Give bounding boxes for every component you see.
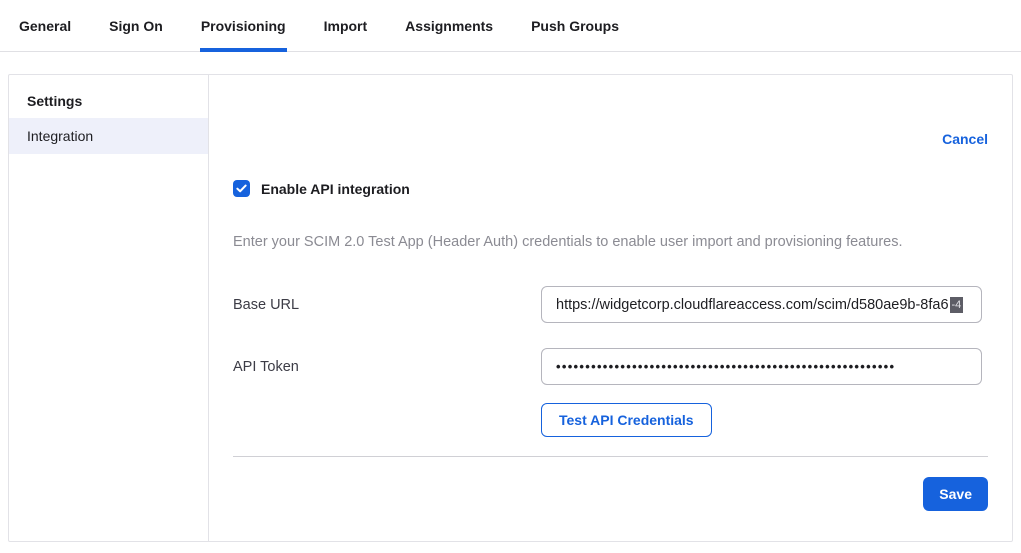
enable-api-checkbox[interactable]	[233, 180, 250, 197]
base-url-value: https://widgetcorp.cloudflareaccess.com/…	[556, 297, 949, 313]
base-url-selected-text: -4	[950, 297, 964, 313]
enable-api-row: Enable API integration	[233, 180, 988, 197]
api-token-label: API Token	[233, 359, 541, 375]
api-token-masked-value: ••••••••••••••••••••••••••••••••••••••••…	[556, 359, 895, 374]
footer-divider	[233, 456, 988, 457]
cancel-button[interactable]: Cancel	[942, 131, 988, 147]
sidebar-item-integration[interactable]: Integration	[9, 118, 208, 154]
api-token-field-row: API Token ••••••••••••••••••••••••••••••…	[233, 348, 988, 385]
base-url-field-row: Base URL https://widgetcorp.cloudflareac…	[233, 286, 988, 323]
enable-api-label: Enable API integration	[261, 181, 410, 197]
save-button[interactable]: Save	[923, 477, 988, 511]
settings-sidebar: Settings Integration	[9, 75, 209, 541]
tab-general[interactable]: General	[18, 0, 72, 52]
tab-push-groups[interactable]: Push Groups	[530, 0, 620, 52]
tab-sign-on[interactable]: Sign On	[108, 0, 164, 52]
api-token-input[interactable]: ••••••••••••••••••••••••••••••••••••••••…	[541, 348, 982, 385]
provisioning-panel: Settings Integration Cancel Enable API i…	[8, 74, 1013, 542]
tab-provisioning[interactable]: Provisioning	[200, 0, 287, 52]
credentials-description: Enter your SCIM 2.0 Test App (Header Aut…	[233, 234, 988, 250]
base-url-input[interactable]: https://widgetcorp.cloudflareaccess.com/…	[541, 286, 982, 323]
cancel-row: Cancel	[233, 131, 988, 149]
tab-assignments[interactable]: Assignments	[404, 0, 494, 52]
sidebar-header-settings: Settings	[9, 84, 208, 118]
integration-form: Cancel Enable API integration Enter your…	[209, 75, 1012, 541]
test-credentials-row: Test API Credentials	[541, 403, 988, 437]
test-api-credentials-button[interactable]: Test API Credentials	[541, 403, 712, 437]
save-row: Save	[233, 477, 988, 511]
base-url-label: Base URL	[233, 297, 541, 313]
tab-import[interactable]: Import	[323, 0, 369, 52]
checkmark-icon	[236, 183, 247, 194]
app-tab-bar: General Sign On Provisioning Import Assi…	[0, 0, 1021, 52]
